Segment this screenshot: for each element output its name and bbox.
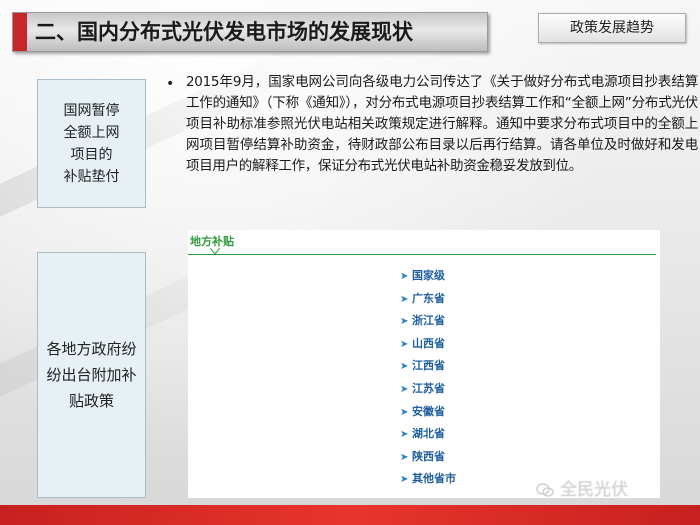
list-item[interactable]: ➤ 浙江省 — [400, 310, 456, 333]
watermark: 全民光伏 — [536, 475, 628, 500]
list-item[interactable]: ➤ 国家级 — [400, 265, 456, 288]
section-tag: 政策发展趋势 — [538, 13, 686, 43]
arrow-right-icon: ➤ — [400, 474, 409, 486]
region-list: ➤ 国家级 ➤ 广东省 ➤ 浙江省 ➤ 山西省 ➤ 江西省 ➤ 江苏省 ➤ 安徽省 ➤ 湖北省 … — [400, 265, 456, 491]
side-box-line: 贴政策 — [68, 392, 114, 410]
body-paragraph: 2015年9月，国家电网公司向各级电力公司传达了《关于做好分布式电源项目抄表结算… — [186, 74, 698, 174]
arrow-right-icon: ➤ — [400, 429, 409, 441]
panel-divider — [188, 254, 656, 255]
side-box-local-policy: 各地方政府纷 纷出台附加补 贴政策 — [37, 252, 146, 498]
chevron-down-icon — [210, 248, 220, 255]
panel-title: 地方补贴 — [190, 235, 234, 248]
side-box-line: 国网暂停 — [63, 102, 120, 119]
side-box-subsidy-pause: 国网暂停 全额上网 项目的 补贴垫付 — [37, 79, 146, 208]
slide-title: 二、国内分布式光伏发电市场的发展现状 — [35, 20, 413, 44]
watermark-text: 全民光伏 — [560, 480, 628, 500]
side-box-line: 各地方政府纷 — [46, 340, 137, 358]
arrow-right-icon: ➤ — [400, 361, 409, 373]
list-item[interactable]: ➤ 湖北省 — [400, 423, 456, 446]
title-accent — [13, 13, 27, 51]
footer-bar — [0, 505, 700, 525]
list-item[interactable]: ➤ 安徽省 — [400, 401, 456, 424]
side-box-line: 补贴垫付 — [63, 168, 120, 185]
list-item[interactable]: ➤ 江西省 — [400, 355, 456, 378]
arrow-right-icon: ➤ — [400, 406, 409, 418]
arrow-right-icon: ➤ — [400, 338, 409, 350]
list-item[interactable]: ➤ 其他省市 — [400, 468, 456, 491]
list-item[interactable]: ➤ 江苏省 — [400, 378, 456, 401]
side-box-line: 纷出台附加补 — [46, 366, 137, 384]
arrow-right-icon: ➤ — [400, 383, 409, 395]
arrow-right-icon: ➤ — [400, 316, 409, 328]
bullet-icon: • — [166, 76, 175, 92]
list-item[interactable]: ➤ 广东省 — [400, 288, 456, 311]
arrow-right-icon: ➤ — [400, 293, 409, 305]
arrow-right-icon: ➤ — [400, 451, 409, 463]
wechat-icon — [536, 483, 554, 497]
local-subsidy-panel: 地方补贴 ➤ 国家级 ➤ 广东省 ➤ 浙江省 ➤ 山西省 ➤ 江西省 ➤ 江苏省 ➤ 安徽省 … — [188, 230, 660, 498]
list-item[interactable]: ➤ 山西省 — [400, 333, 456, 356]
arrow-right-icon: ➤ — [400, 271, 409, 282]
side-box-line: 项目的 — [70, 146, 113, 163]
title-bar: 二、国内分布式光伏发电市场的发展现状 — [12, 12, 488, 52]
list-item[interactable]: ➤ 陕西省 — [400, 446, 456, 469]
side-box-line: 全额上网 — [63, 124, 120, 141]
